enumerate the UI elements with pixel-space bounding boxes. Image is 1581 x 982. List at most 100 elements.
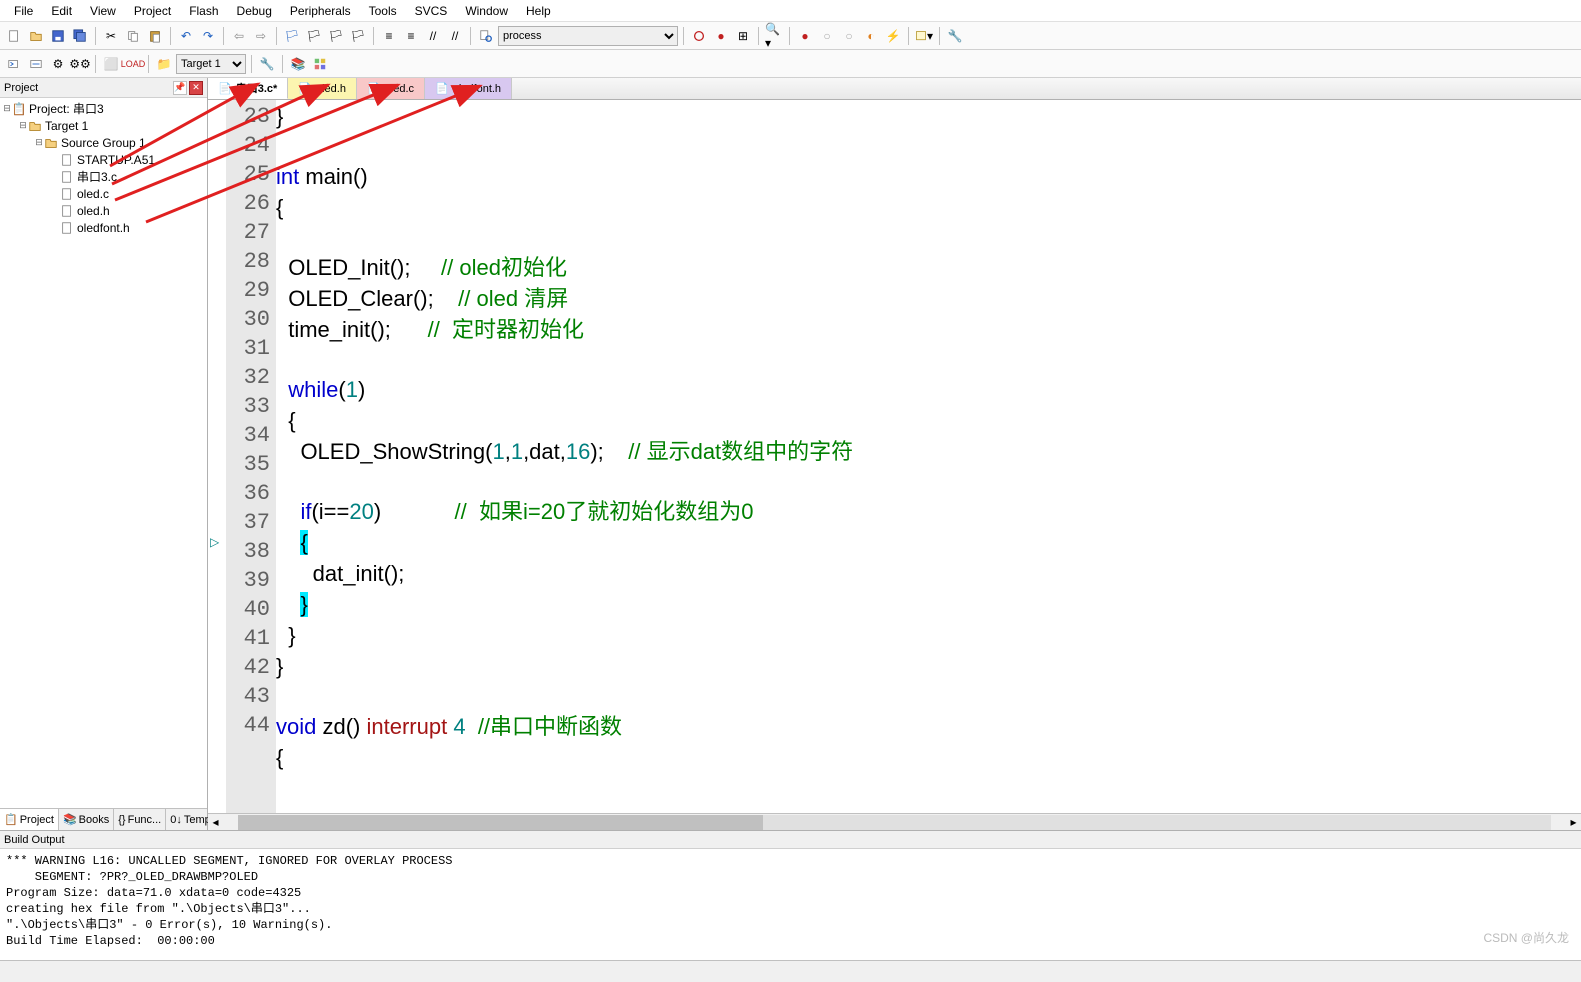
menu-help[interactable]: Help [518,2,559,20]
code-indent [276,377,288,402]
paste-icon[interactable] [145,26,165,46]
menu-edit[interactable]: Edit [43,2,80,20]
translate-icon[interactable] [4,54,24,74]
code-comment: // oled 清屏 [458,286,568,311]
debug-icon[interactable] [689,26,709,46]
bookmark-next-icon[interactable]: 🏳 [326,26,346,46]
code-comment: //串口中断函数 [478,714,622,739]
breakpoint-win-icon[interactable]: ⊞ [733,26,753,46]
menu-peripherals[interactable]: Peripherals [282,2,359,20]
project-panel-title: Project 📌 ✕ [0,78,207,98]
menu-flash[interactable]: Flash [181,2,226,20]
dot-orange-icon[interactable]: ◐ [861,26,881,46]
build-output-panel: Build Output *** WARNING L16: UNCALLED S… [0,830,1581,960]
stop-build-icon[interactable]: ⬜ [101,54,121,74]
configure-icon[interactable]: 🔧 [945,26,965,46]
line-gutter: 2324252627282930313233343536373839404142… [226,100,276,813]
file-tabs: 📄串口3.c* 📄oled.h 📄oled.c 📄oledfont.h [208,78,1581,100]
build-output-text[interactable]: *** WARNING L16: UNCALLED SEGMENT, IGNOR… [0,849,1581,960]
code-num: 16 [566,439,590,464]
undo-icon[interactable]: ↶ [176,26,196,46]
find-in-files-icon[interactable] [476,26,496,46]
zoom-icon[interactable]: 🔍▾ [764,26,784,46]
code-func: zd() [316,714,366,739]
window-icon[interactable]: ▾ [914,26,934,46]
menu-window[interactable]: Window [457,2,516,20]
sidebar-tab-functions[interactable]: {}Func... [114,809,166,830]
unindent-icon[interactable]: ≡ [401,26,421,46]
new-file-icon[interactable] [4,26,24,46]
file-tab-oledc[interactable]: 📄oled.c [357,78,425,99]
tree-file-main[interactable]: 串口3.c [0,168,207,185]
rebuild-icon[interactable]: ⚙ [48,54,68,74]
redo-icon[interactable]: ↷ [198,26,218,46]
panel-pin-icon[interactable]: 📌 [173,81,187,95]
target-options-icon[interactable]: 📁 [154,54,174,74]
file-icon [60,204,74,218]
code-cond: (i== [311,499,349,524]
tree-target-label: Target 1 [45,119,88,133]
file-tab-main[interactable]: 📄串口3.c* [208,78,288,99]
bookmark-prev-icon[interactable]: 🏳 [304,26,324,46]
code-area[interactable]: ▷ 23242526272829303132333435363738394041… [208,100,1581,813]
uncomment-icon[interactable]: // [445,26,465,46]
file-tab-oledh[interactable]: 📄oled.h [288,78,357,99]
dot-gray-icon[interactable]: ○ [817,26,837,46]
target-combo[interactable]: Target 1 [176,54,246,74]
save-icon[interactable] [48,26,68,46]
dot-gray2-icon[interactable]: ○ [839,26,859,46]
batch-build-icon[interactable]: ⚙⚙ [70,54,90,74]
cut-icon[interactable]: ✂ [101,26,121,46]
dot-red-icon[interactable]: ● [795,26,815,46]
options-icon[interactable]: 🔧 [257,54,277,74]
scrollbar-thumb[interactable] [238,815,763,830]
bookmark-icon[interactable]: 🏳 [282,26,302,46]
tree-file-oledc[interactable]: oled.c [0,185,207,202]
scroll-left-icon[interactable]: ◂ [208,815,223,829]
menu-view[interactable]: View [82,2,124,20]
scrollbar-track[interactable] [238,815,1551,830]
tree-group[interactable]: ⊟ Source Group 1 [0,134,207,151]
breakpoint-icon[interactable]: ● [711,26,731,46]
tree-expand-icon[interactable]: ⊟ [34,137,44,148]
code-arg: ,dat, [523,439,566,464]
code-paren: ) [374,499,455,524]
nav-fwd-icon[interactable]: ⇨ [251,26,271,46]
manage-components-icon[interactable] [310,54,330,74]
download-icon[interactable]: LOAD [123,54,143,74]
tree-file-startup[interactable]: STARTUP.A51 [0,151,207,168]
horizontal-scrollbar[interactable]: ◂ ▸ [208,813,1581,830]
project-tree[interactable]: ⊟ 📋 Project: 串口3 ⊟ Target 1 ⊟ Source Gro… [0,98,207,808]
sidebar-tab-books[interactable]: 📚Books [59,809,114,830]
file-tab-oledfont[interactable]: 📄oledfont.h [425,78,512,99]
tree-file-oledh[interactable]: oled.h [0,202,207,219]
code-text[interactable]: } int main() { OLED_Init(); // oled初始化 O… [276,100,1581,813]
tree-expand-icon[interactable]: ⊟ [18,120,28,131]
comment-icon[interactable]: // [423,26,443,46]
scroll-right-icon[interactable]: ▸ [1566,815,1581,829]
kill-icon[interactable]: ⚡ [883,26,903,46]
menu-project[interactable]: Project [126,2,179,20]
bookmark-clear-icon[interactable]: 🏳 [348,26,368,46]
tree-expand-icon[interactable]: ⊟ [2,103,12,114]
tree-file-oledfont[interactable]: oledfont.h [0,219,207,236]
separator [282,55,283,73]
nav-back-icon[interactable]: ⇦ [229,26,249,46]
menu-debug[interactable]: Debug [229,2,280,20]
save-all-icon[interactable] [70,26,90,46]
tree-target[interactable]: ⊟ Target 1 [0,117,207,134]
open-icon[interactable] [26,26,46,46]
sidebar-tab-project[interactable]: 📋Project [0,809,59,830]
panel-close-icon[interactable]: ✕ [189,81,203,95]
search-combo[interactable]: process [498,26,678,46]
copy-icon[interactable] [123,26,143,46]
tree-root[interactable]: ⊟ 📋 Project: 串口3 [0,100,207,117]
indent-icon[interactable]: ≡ [379,26,399,46]
menu-file[interactable]: File [6,2,41,20]
separator [148,55,149,73]
menu-svcs[interactable]: SVCS [407,2,456,20]
build-icon[interactable] [26,54,46,74]
manage-books-icon[interactable]: 📚 [288,54,308,74]
menu-tools[interactable]: Tools [361,2,405,20]
build-output-title: Build Output [0,831,1581,849]
